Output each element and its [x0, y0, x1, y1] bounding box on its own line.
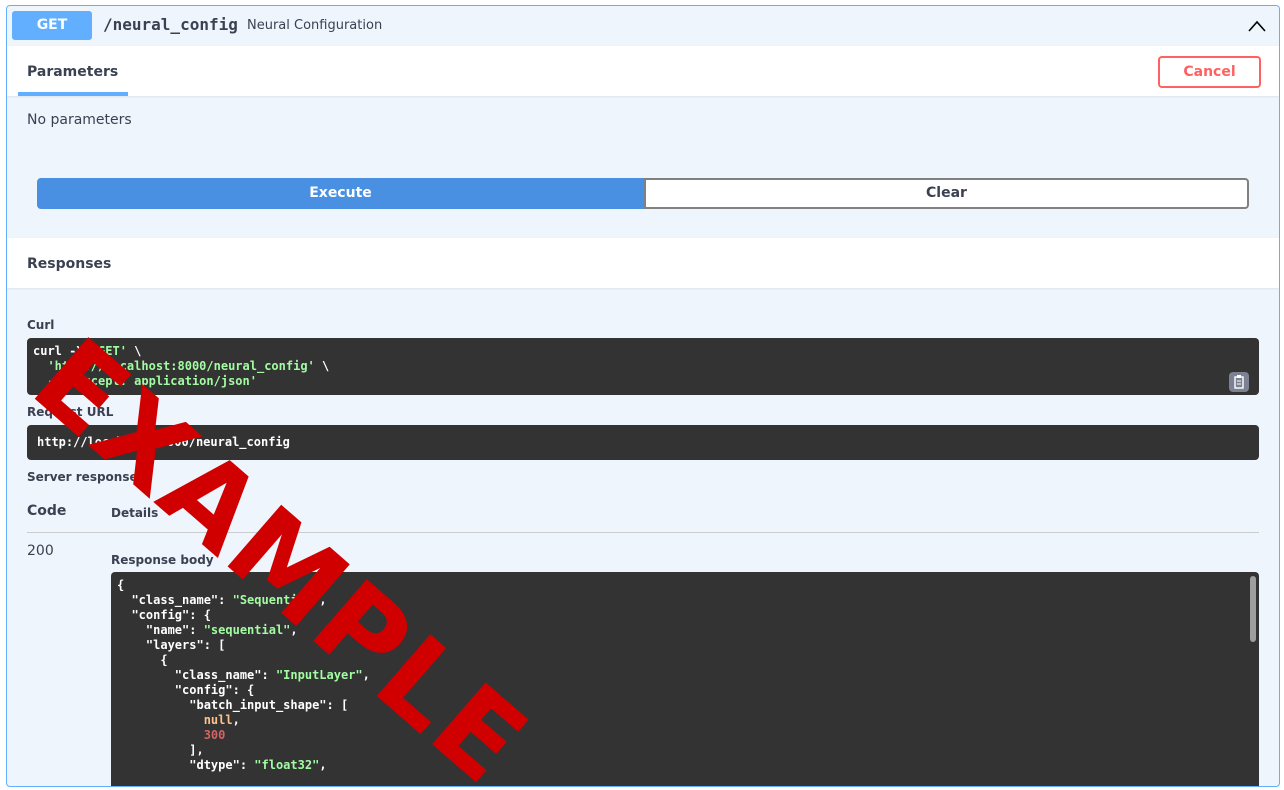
execute-wrapper: Execute Clear	[37, 178, 1249, 209]
responses-table-header: Code Details	[27, 501, 1259, 533]
operation-block: GET /neural_config Neural Configuration …	[6, 5, 1280, 787]
response-body-block[interactable]: { "class_name": "Sequential", "config": …	[111, 572, 1259, 786]
method-badge: GET	[12, 11, 92, 40]
execute-button[interactable]: Execute	[37, 178, 644, 209]
cancel-button[interactable]: Cancel	[1158, 56, 1261, 88]
json-line: {	[160, 653, 168, 667]
json-line: ],	[189, 743, 204, 757]
json-line: "class_name": "Sequential",	[131, 593, 327, 607]
json-line: "layers": [	[145, 638, 226, 652]
request-url-value[interactable]: http://localhost:8000/neural_config	[27, 425, 1259, 460]
json-line: "dtype": "float32",	[189, 758, 327, 772]
responses-header: Responses	[7, 238, 1279, 288]
response-status-code: 200	[27, 543, 54, 559]
no-parameters-text: No parameters	[27, 112, 132, 128]
responses-title: Responses	[27, 256, 112, 272]
request-url-label: Request URL	[27, 405, 114, 419]
endpoint-path: /neural_config	[103, 15, 238, 34]
curl-line: 'http://localhost:8000/neural_config' \	[47, 359, 330, 373]
endpoint-summary: Neural Configuration	[247, 18, 383, 33]
tab-active-indicator	[18, 92, 128, 96]
column-header-details: Details	[111, 506, 159, 520]
json-line: "config": {	[174, 683, 255, 697]
response-body-label: Response body	[111, 553, 214, 567]
curl-line: curl -X 'GET' \	[33, 344, 142, 358]
clear-button[interactable]: Clear	[644, 178, 1249, 209]
chevron-up-icon[interactable]	[1247, 18, 1267, 34]
parameters-header: Parameters Cancel	[7, 46, 1279, 96]
json-line: {	[117, 578, 125, 592]
json-line: "class_name": "InputLayer",	[174, 668, 370, 682]
column-header-code: Code	[27, 503, 67, 519]
tab-parameters[interactable]: Parameters	[27, 63, 118, 81]
json-line: "config": {	[131, 608, 211, 622]
json-line: null,	[203, 713, 240, 727]
json-line: "batch_input_shape": [	[189, 698, 349, 712]
copy-to-clipboard-icon[interactable]	[1229, 372, 1249, 392]
response-body-scrollbar[interactable]	[1250, 576, 1256, 642]
json-line: 300	[203, 728, 226, 742]
server-response-label: Server response	[27, 470, 138, 484]
curl-code-block[interactable]: curl -X 'GET' \ 'http://localhost:8000/n…	[27, 338, 1259, 395]
curl-label: Curl	[27, 318, 55, 332]
curl-line: -H 'accept: application/json'	[33, 374, 257, 388]
operation-summary[interactable]: GET /neural_config Neural Configuration	[7, 6, 1279, 47]
json-line: "name": "sequential",	[145, 623, 298, 637]
